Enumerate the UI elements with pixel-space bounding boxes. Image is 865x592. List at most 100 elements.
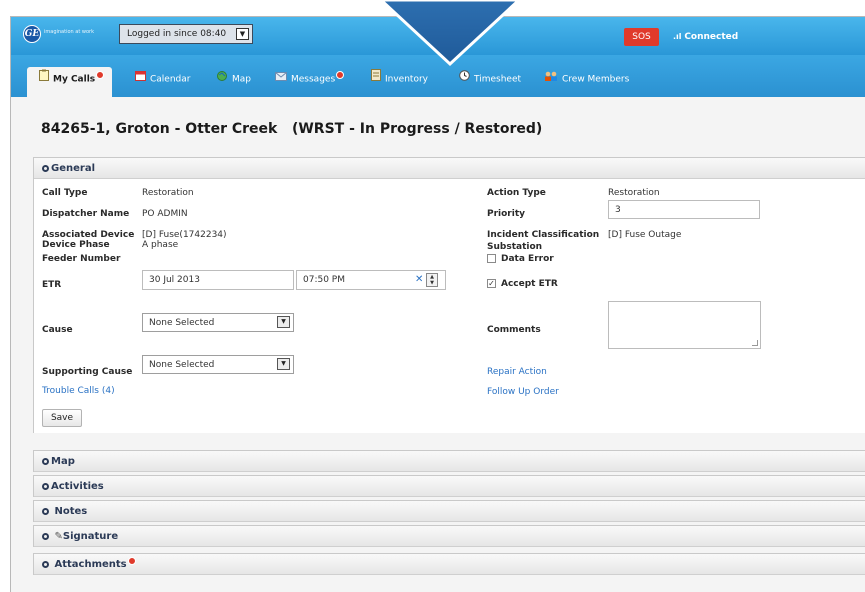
tab-label: My Calls [53, 74, 96, 85]
signal-icon: .ıl [673, 32, 685, 41]
substation-label: Substation [487, 242, 543, 252]
tab-my-calls[interactable]: My Calls [27, 67, 113, 97]
feeder-number-label: Feeder Number [42, 254, 121, 264]
call-type-value: Restoration [142, 188, 194, 198]
notification-badge [127, 557, 136, 565]
main-content: 84265-1, Groton - Otter Creek (WRST - In… [11, 97, 865, 592]
general-panel-body: Call Type Restoration Dispatcher Name PO… [34, 179, 865, 433]
chevron-down-icon[interactable]: ▼ [277, 316, 290, 328]
call-type-label: Call Type [42, 188, 88, 198]
cause-label: Cause [42, 325, 73, 335]
notification-badge [96, 71, 105, 79]
app-window: GE imagination at work Logged in since 0… [10, 16, 865, 592]
tab-label: Inventory [385, 74, 428, 85]
accept-etr-label: Accept ETR [501, 279, 558, 289]
device-phase-label: Device Phase [42, 240, 110, 250]
supporting-cause-label: Supporting Cause [42, 367, 133, 377]
cause-selected-value: None Selected [149, 318, 215, 328]
section-label: Notes [54, 506, 88, 517]
pointer-arrow-icon [378, 0, 522, 67]
tab-label: Messages [291, 74, 336, 85]
action-type-value: Restoration [608, 188, 660, 198]
section-label: Signature [62, 531, 119, 542]
connection-status: .ıl Connected [673, 28, 738, 46]
comments-textarea[interactable] [608, 301, 761, 349]
accept-etr-checkbox[interactable]: ✓ [487, 279, 496, 288]
incident-classification-label: Incident Classification [487, 230, 600, 240]
tab-messages[interactable]: Messages [275, 67, 345, 97]
time-spinner[interactable]: ▲ ▼ [426, 273, 438, 287]
etr-date-input[interactable]: 30 Jul 2013 [142, 270, 294, 290]
section-label: Attachments [54, 559, 127, 570]
comments-label: Comments [487, 325, 541, 335]
section-attachments: Attachments [33, 553, 865, 575]
cause-select[interactable]: None Selected ▼ [142, 313, 294, 332]
general-header-label: General [51, 163, 95, 174]
section-notes-header[interactable]: Notes [34, 501, 865, 522]
tab-label: Timesheet [474, 74, 522, 85]
general-panel: General Call Type Restoration Dispatcher… [33, 157, 865, 433]
sos-button[interactable]: SOS [624, 28, 659, 46]
priority-input[interactable]: 3 [608, 200, 760, 219]
section-signature: ✎Signature [33, 525, 865, 547]
data-error-label: Data Error [501, 254, 554, 264]
etr-label: ETR [42, 280, 62, 290]
section-signature-header[interactable]: ✎Signature [34, 526, 865, 547]
crew-icon [544, 67, 558, 91]
section-label: Activities [51, 481, 104, 492]
collapse-icon [42, 165, 49, 172]
connection-status-text: Connected [684, 32, 739, 42]
tab-label: Calendar [150, 74, 191, 85]
pen-icon: ✎ [54, 531, 63, 542]
tagline: imagination at work [44, 29, 94, 35]
action-type-label: Action Type [487, 188, 546, 198]
incident-classification-value: [D] Fuse Outage [608, 230, 682, 240]
expand-icon [42, 508, 49, 515]
associated-device-label: Associated Device [42, 230, 135, 240]
expand-icon [42, 533, 49, 540]
clipboard-icon [39, 67, 49, 91]
trouble-calls-link[interactable]: Trouble Calls (4) [42, 386, 115, 396]
login-status-dropdown[interactable]: Logged in since 08:40 ▼ [119, 24, 253, 44]
login-status-text: Logged in since 08:40 [127, 29, 227, 39]
tab-crew-members[interactable]: Crew Members [544, 67, 629, 97]
time-controls: ✕ ▲ ▼ [415, 273, 441, 287]
expand-icon [42, 458, 49, 465]
section-label: Map [51, 456, 75, 467]
section-activities: Activities [33, 475, 865, 497]
dispatcher-label: Dispatcher Name [42, 209, 130, 219]
calendar-icon [135, 67, 146, 91]
clear-icon[interactable]: ✕ [415, 273, 423, 287]
section-map: Map [33, 450, 865, 472]
save-button[interactable]: Save [42, 409, 82, 427]
repair-action-link[interactable]: Repair Action [487, 367, 547, 377]
priority-label: Priority [487, 209, 525, 219]
section-map-header[interactable]: Map [34, 451, 865, 472]
notification-badge [336, 71, 345, 79]
dispatcher-value: PO ADMIN [142, 209, 188, 219]
section-activities-header[interactable]: Activities [34, 476, 865, 497]
etr-time-input[interactable]: 07:50 PM ✕ ▲ ▼ [296, 270, 446, 290]
tab-label: Crew Members [562, 74, 630, 85]
section-notes: Notes [33, 500, 865, 522]
general-panel-header[interactable]: General [34, 158, 865, 179]
expand-icon [42, 483, 49, 490]
expand-icon [42, 561, 49, 568]
chevron-down-icon[interactable]: ▼ [277, 358, 290, 370]
page-title: 84265-1, Groton - Otter Creek (WRST - In… [41, 121, 543, 137]
supporting-cause-select[interactable]: None Selected ▼ [142, 355, 294, 374]
follow-up-order-link[interactable]: Follow Up Order [487, 387, 559, 397]
map-icon [216, 67, 228, 91]
tab-label: Map [232, 74, 251, 85]
tab-calendar[interactable]: Calendar [135, 67, 190, 97]
data-error-checkbox[interactable] [487, 254, 496, 263]
ge-logo: GE [23, 25, 41, 43]
supporting-cause-selected-value: None Selected [149, 360, 215, 370]
section-attachments-header[interactable]: Attachments [34, 554, 865, 575]
envelope-icon [275, 67, 287, 91]
resize-grip-icon[interactable] [752, 340, 758, 346]
chevron-down-icon[interactable]: ▼ [236, 28, 249, 40]
device-phase-value: A phase [142, 240, 179, 250]
tab-map[interactable]: Map [216, 67, 251, 97]
associated-device-value: [D] Fuse(1742234) [142, 230, 227, 240]
